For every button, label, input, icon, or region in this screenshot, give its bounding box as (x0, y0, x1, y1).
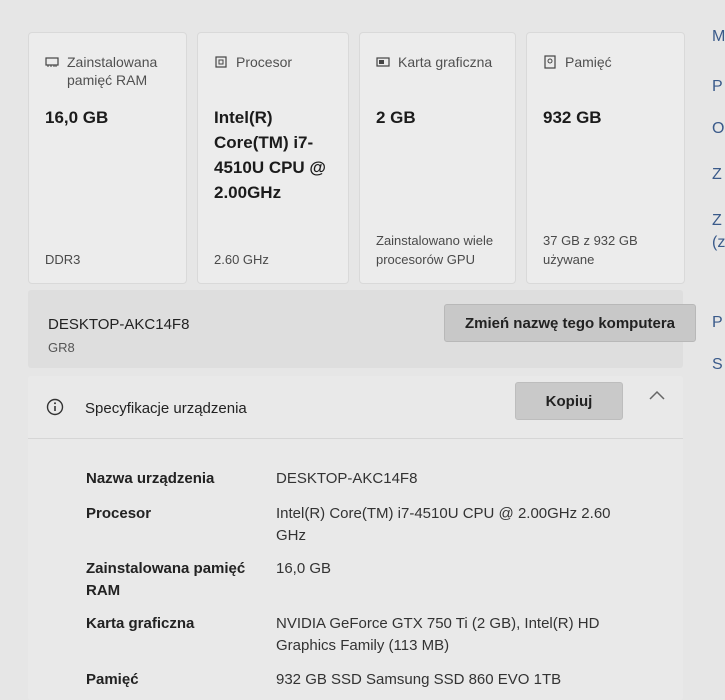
device-workgroup: GR8 (48, 340, 75, 355)
storage-usage: 37 GB z 932 GB używane (543, 233, 638, 267)
related-link[interactable]: S (712, 356, 723, 374)
storage-value: 932 GB (543, 108, 602, 127)
related-link[interactable]: O (712, 120, 724, 138)
info-icon (46, 398, 64, 416)
processor-card: Procesor Intel(R) Core(TM) i7-4510U CPU … (197, 32, 349, 284)
spec-value: NVIDIA GeForce GTX 750 Ti (2 GB), Intel(… (276, 615, 600, 654)
card-label: Karta graficzna (398, 54, 493, 70)
related-link[interactable]: (z (712, 234, 725, 252)
spec-key: Procesor (86, 505, 152, 522)
rename-pc-button[interactable]: Zmień nazwę tego komputera (444, 304, 696, 342)
spec-key: Nazwa urządzenia (86, 470, 215, 487)
related-link[interactable]: P (712, 314, 723, 332)
spec-key: Karta graficzna (86, 615, 195, 632)
spec-value: DESKTOP-AKC14F8 (276, 470, 418, 487)
storage-card: Pamięć 932 GB 37 GB z 932 GB używane (526, 32, 685, 284)
processor-speed: 2.60 GHz (214, 252, 269, 267)
device-name-section: DESKTOP-AKC14F8 GR8 Zmień nazwę tego kom… (28, 290, 696, 368)
graphics-card-card: Karta graficzna 2 GB Zainstalowano wiele… (359, 32, 516, 284)
card-label: Zainstalowana pamięć RAM (67, 54, 158, 88)
processor-icon (215, 56, 227, 68)
specs-title: Specyfikacje urządzenia (85, 400, 247, 417)
spec-value: Intel(R) Core(TM) i7-4510U CPU @ 2.00GHz… (276, 505, 611, 544)
spec-value: 932 GB SSD Samsung SSD 860 EVO 1TB (276, 671, 562, 688)
storage-icon (544, 55, 556, 69)
related-link[interactable]: M (712, 28, 725, 46)
related-links-column: M P O Z Z (z P S (690, 0, 725, 700)
device-specs-panel: Specyfikacje urządzenia Kopiuj Nazwa urz… (28, 376, 683, 700)
specs-header[interactable]: Specyfikacje urządzenia Kopiuj (28, 376, 683, 439)
spec-key: Pamięć (86, 671, 139, 688)
processor-value: Intel(R) Core(TM) i7-4510U CPU @ 2.00GHz (214, 108, 327, 202)
system-about-page: Zainstalowana pamięć RAM 16,0 GB DDR3 Pr… (0, 0, 725, 700)
spec-key: Zainstalowana pamięć RAM (86, 560, 246, 599)
spec-value: 16,0 GB (276, 560, 332, 577)
graphics-note: Zainstalowano wiele procesorów GPU (376, 233, 494, 267)
related-link[interactable]: P (712, 78, 723, 96)
chevron-up-icon[interactable] (648, 388, 666, 402)
graphics-value: 2 GB (376, 108, 416, 127)
related-link[interactable]: Z (712, 212, 722, 230)
graphics-card-icon (376, 57, 390, 67)
card-label: Pamięć (565, 54, 612, 70)
card-label: Procesor (236, 54, 293, 70)
card-header: Procesor (214, 53, 340, 71)
device-name: DESKTOP-AKC14F8 (48, 316, 190, 333)
ram-card: Zainstalowana pamięć RAM 16,0 GB DDR3 (28, 32, 187, 284)
card-header: Pamięć (543, 53, 676, 71)
related-link[interactable]: Z (712, 166, 722, 184)
card-header: Karta graficzna (376, 53, 507, 71)
ram-value: 16,0 GB (45, 108, 109, 127)
card-header: Zainstalowana pamięć RAM (45, 53, 178, 89)
ram-type: DDR3 (45, 252, 81, 267)
copy-button[interactable]: Kopiuj (515, 382, 623, 420)
ram-icon (45, 57, 59, 67)
